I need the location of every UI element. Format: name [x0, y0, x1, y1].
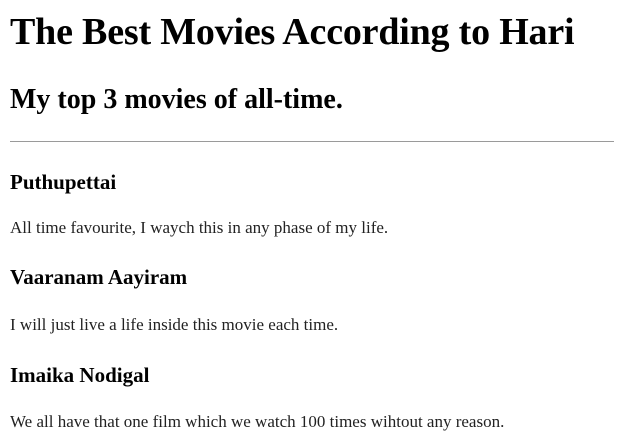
movie-title-1: Puthupettai [10, 170, 117, 194]
horizontal-divider [10, 141, 614, 142]
movie-description-1: All time favourite, I waych this in any … [10, 218, 389, 237]
movie-title-3: Imaika Nodigal [10, 363, 150, 387]
page-subtitle: My top 3 movies of all-time. [10, 84, 343, 115]
movie-description-2: I will just live a life inside this movi… [10, 315, 339, 334]
movie-title-2: Vaaranam Aayiram [10, 265, 188, 289]
page-title: The Best Movies According to Hari [10, 11, 575, 53]
movie-description-3: We all have that one film which we watch… [10, 412, 505, 431]
